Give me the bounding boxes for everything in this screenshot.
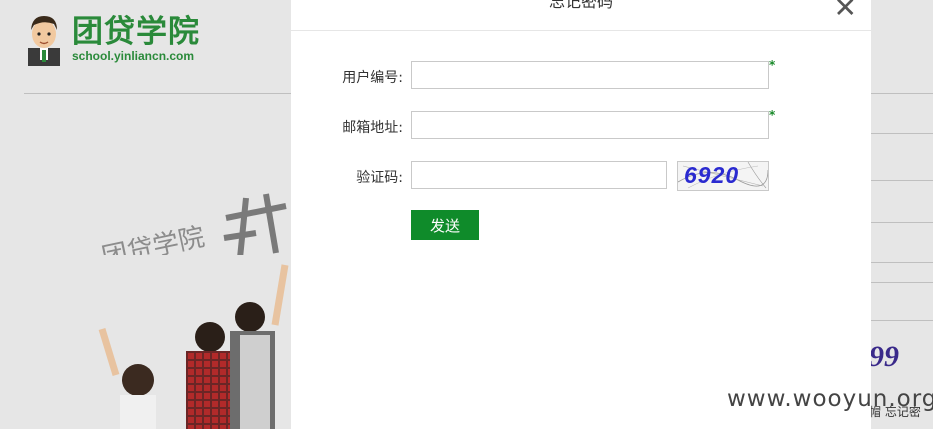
email-input[interactable] bbox=[411, 111, 769, 139]
logo-title: 团贷学院 bbox=[72, 14, 200, 50]
email-label: 邮箱地址: bbox=[342, 120, 403, 136]
captcha-code: 6920 bbox=[684, 162, 740, 188]
user-id-input[interactable] bbox=[411, 61, 769, 89]
banner-people-image bbox=[90, 255, 295, 429]
send-button[interactable]: 发送 bbox=[411, 210, 479, 240]
captcha-input[interactable] bbox=[411, 161, 667, 189]
user-id-label: 用户编号: bbox=[342, 70, 403, 86]
user-id-row: 用户编号: * bbox=[291, 58, 871, 91]
watermark-text: www.wooyun.org bbox=[727, 386, 933, 412]
modal-title: 忘记密码 bbox=[548, 0, 613, 11]
captcha-label: 验证码: bbox=[356, 170, 403, 186]
close-icon[interactable]: ✕ bbox=[834, 0, 857, 22]
required-marker: * bbox=[769, 58, 776, 72]
forgot-password-modal: 忘记密码 ✕ 用户编号: * 邮箱地址: * 验证码: 6920 发送 bbox=[291, 0, 871, 429]
background-captcha-fragment: 99 bbox=[869, 340, 899, 373]
captcha-row: 验证码: 6920 bbox=[291, 161, 871, 191]
required-marker: * bbox=[769, 108, 776, 122]
site-logo[interactable]: 团贷学院 school.yinliancn.com bbox=[24, 12, 200, 66]
email-row: 邮箱地址: * bbox=[291, 108, 871, 141]
logo-url: school.yinliancn.com bbox=[72, 49, 195, 63]
modal-header: 忘记密码 ✕ bbox=[291, 0, 871, 31]
mascot-avatar-icon bbox=[28, 16, 60, 66]
captcha-image[interactable]: 6920 bbox=[677, 161, 769, 191]
